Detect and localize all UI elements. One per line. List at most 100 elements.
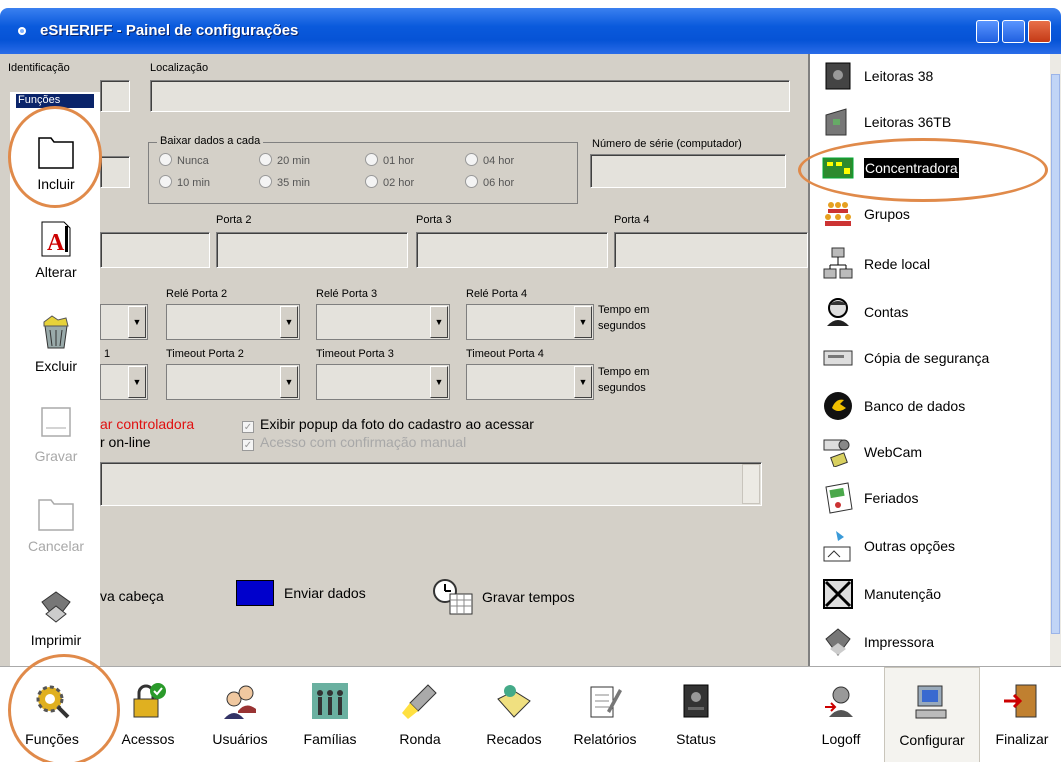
familias-button[interactable]: Famílias <box>290 667 370 747</box>
network-icon <box>822 247 854 280</box>
radio-06hor[interactable]: 06 hor <box>465 175 514 189</box>
porta3-field[interactable] <box>416 232 608 268</box>
enviar-dados-button[interactable]: Enviar dados <box>236 580 366 606</box>
popup-checkbox[interactable]: ✓ Exibir popup da foto do cadastro ao ace… <box>242 416 534 433</box>
list-item-feriados[interactable]: Feriados <box>822 478 918 518</box>
imprimir-button[interactable]: Imprimir <box>10 586 102 648</box>
list-item-banco-dados[interactable]: Banco de dados <box>822 386 965 426</box>
list-item-leitoras38[interactable]: Leitoras 38 <box>822 56 933 96</box>
list-item-impressora[interactable]: Impressora <box>822 622 934 662</box>
online-checkbox[interactable]: r on-line <box>100 434 151 450</box>
rele2-combo[interactable]: ▼ <box>166 304 300 340</box>
right-scrollbar[interactable] <box>1050 54 1061 666</box>
minimize-button[interactable] <box>976 20 999 43</box>
radio-nunca[interactable]: Nunca <box>159 153 209 167</box>
porta1-field[interactable] <box>100 232 210 268</box>
close-button[interactable] <box>1028 20 1051 43</box>
timeout1-combo[interactable]: ▼ <box>100 364 148 400</box>
chevron-down-icon[interactable]: ▼ <box>574 366 592 398</box>
configurar-label: Configurar <box>899 732 965 748</box>
list-item-contas[interactable]: Contas <box>822 292 908 332</box>
hidden-combo[interactable] <box>100 156 130 188</box>
familias-label: Famílias <box>303 731 357 747</box>
timeout3-combo[interactable]: ▼ <box>316 364 450 400</box>
title-bar: eSHERIFF - Painel de configurações <box>0 8 1061 54</box>
memo-scrollbar[interactable] <box>742 464 760 504</box>
radio-04hor[interactable]: 04 hor <box>465 153 514 167</box>
alterar-label: Alterar <box>35 264 77 280</box>
rele3-combo[interactable]: ▼ <box>316 304 450 340</box>
recados-button[interactable]: Recados <box>474 667 554 747</box>
scroll-thumb[interactable] <box>1051 74 1060 634</box>
calendar-icon <box>822 482 854 514</box>
gravar-tempos-button[interactable]: Gravar tempos <box>432 578 575 616</box>
finalizar-button[interactable]: Finalizar <box>986 667 1058 747</box>
memo-field[interactable] <box>100 462 762 506</box>
logoff-button[interactable]: Logoff <box>806 667 876 747</box>
serie-field[interactable] <box>590 154 786 188</box>
list-item-concentradora[interactable]: Concentradora <box>822 148 959 188</box>
timeout2-combo[interactable]: ▼ <box>166 364 300 400</box>
radio-20min[interactable]: 20 min <box>259 153 310 167</box>
usuarios-button[interactable]: Usuários <box>200 667 280 747</box>
confirm-label: Acesso com confirmação manual <box>260 434 467 450</box>
device-status-icon <box>683 684 709 718</box>
list-item-leitoras36tb[interactable]: Leitoras 36TB <box>822 102 951 142</box>
alterar-button[interactable]: A Alterar <box>10 218 102 280</box>
list-item-rede-local[interactable]: Rede local <box>822 244 930 284</box>
rele4-label: Relé Porta 4 <box>466 288 528 300</box>
status-button[interactable]: Status <box>656 667 736 747</box>
usuarios-label: Usuários <box>212 731 268 747</box>
identificacao-label: Identificação <box>8 62 70 74</box>
chevron-down-icon[interactable]: ▼ <box>280 366 298 398</box>
chevron-down-icon[interactable]: ▼ <box>128 306 146 338</box>
radio-10min[interactable]: 10 min <box>159 175 210 189</box>
configurar-button[interactable]: Configurar <box>884 667 980 762</box>
porta2-field[interactable] <box>216 232 408 268</box>
tools-icon <box>822 578 854 610</box>
chevron-down-icon[interactable]: ▼ <box>430 306 448 338</box>
funcoes-button[interactable]: Funções <box>12 667 92 747</box>
cabeca-button[interactable]: va cabeça <box>100 588 164 604</box>
card-reader-icon <box>822 60 854 92</box>
radio-01hor[interactable]: 01 hor <box>365 153 414 167</box>
acessos-button[interactable]: Acessos <box>108 667 188 747</box>
chevron-down-icon[interactable]: ▼ <box>280 306 298 338</box>
localizacao-field[interactable] <box>150 80 790 112</box>
rele1-combo[interactable]: ▼ <box>100 304 148 340</box>
window-title: eSHERIFF - Painel de configurações <box>40 22 299 39</box>
clock-calendar-icon <box>433 579 473 615</box>
chevron-down-icon[interactable]: ▼ <box>128 366 146 398</box>
ronda-button[interactable]: Ronda <box>380 667 460 747</box>
porta4-label: Porta 4 <box>614 214 650 226</box>
cabeca-label: va cabeça <box>100 588 164 604</box>
cancelar-button[interactable]: Cancelar <box>10 492 102 554</box>
checkbox-checked-icon: ✓ <box>242 421 254 433</box>
chevron-down-icon[interactable]: ▼ <box>430 366 448 398</box>
list-item-grupos[interactable]: Grupos <box>822 194 910 234</box>
excluir-button[interactable]: Excluir <box>10 312 102 374</box>
radio-35min[interactable]: 35 min <box>259 175 310 189</box>
list-item-outras-opcoes[interactable]: Outras opções <box>822 526 955 566</box>
list-label: Contas <box>864 304 909 320</box>
list-item-manutencao[interactable]: Manutenção <box>822 574 941 614</box>
relatorios-button[interactable]: Relatórios <box>560 667 650 747</box>
list-item-copia-seguranca[interactable]: Cópia de segurança <box>822 338 989 378</box>
maximize-button[interactable] <box>1002 20 1025 43</box>
config-list-panel: Leitoras 38 Leitoras 36TB Concentradora … <box>808 54 1050 666</box>
gravar-button[interactable]: Gravar <box>10 402 102 464</box>
radio-02hor[interactable]: 02 hor <box>365 175 414 189</box>
timeout4-label: Timeout Porta 4 <box>466 348 544 360</box>
porta4-field[interactable] <box>614 232 808 268</box>
incluir-button[interactable]: Incluir <box>10 130 102 192</box>
gravar-label: Gravar <box>34 448 78 464</box>
controladora-checkbox[interactable]: ar controladora <box>100 416 194 432</box>
confirm-checkbox[interactable]: ✓ Acesso com confirmação manual <box>242 434 466 451</box>
identificacao-field[interactable] <box>100 80 130 112</box>
serie-label: Número de série (computador) <box>592 138 742 150</box>
user-account-icon <box>822 296 854 328</box>
chevron-down-icon[interactable]: ▼ <box>574 306 592 338</box>
timeout4-combo[interactable]: ▼ <box>466 364 594 400</box>
rele4-combo[interactable]: ▼ <box>466 304 594 340</box>
list-item-webcam[interactable]: WebCam <box>822 432 922 472</box>
